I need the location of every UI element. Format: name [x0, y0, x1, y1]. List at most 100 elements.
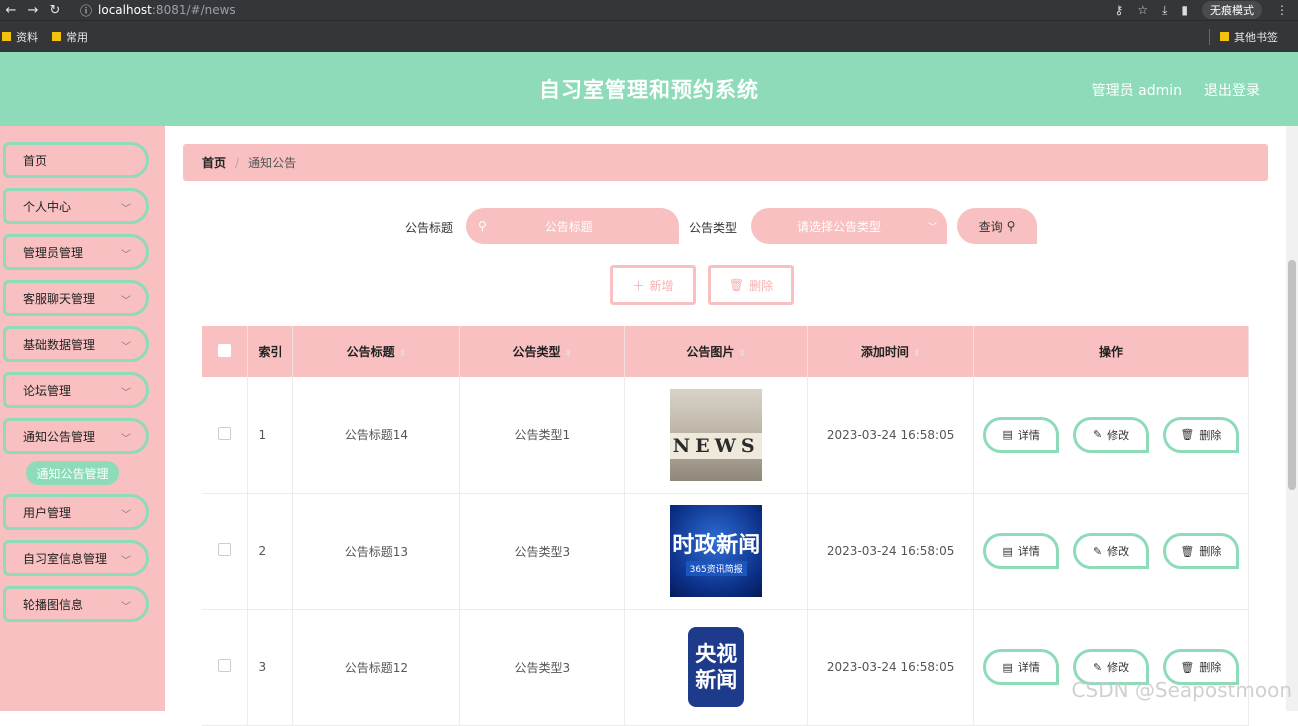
bookmarks-bar: 资料 常用 其他书签 [0, 20, 1298, 52]
site-info-icon[interactable]: ⓘ [80, 2, 92, 19]
download-icon[interactable]: ⤓ [1162, 3, 1167, 18]
sort-icon[interactable]: ⬍ [399, 349, 407, 359]
edit-button[interactable]: ✎ 修改 [1073, 533, 1150, 569]
back-icon[interactable]: ← [0, 3, 22, 18]
chevron-down-icon: ﹀ [121, 510, 131, 521]
delete-button[interactable]: 🗑 删除 [1162, 533, 1239, 569]
breadcrumb-current: 通知公告 [248, 156, 297, 170]
folder-icon [52, 32, 61, 41]
col-title[interactable]: 公告标题 ⬍ [292, 326, 461, 377]
news-thumbnail[interactable]: 时政新闻 365资讯简报 [670, 505, 763, 597]
reload-icon[interactable]: ↻ [44, 3, 66, 18]
key-icon[interactable]: ⚷ [1115, 3, 1124, 17]
more-menu-icon[interactable]: ⋮ [1276, 3, 1288, 17]
row-checkbox-cell [202, 377, 249, 494]
row-checkbox-cell [202, 609, 249, 726]
url-path: :8081/#/news [151, 3, 236, 17]
news-thumbnail[interactable]: 央视新闻 [670, 621, 763, 713]
page-scrollbar[interactable] [1286, 126, 1298, 711]
scrollbar-thumb[interactable] [1288, 260, 1296, 490]
col-image[interactable]: 公告图片 ⬍ [624, 326, 809, 377]
sidebar-item-home[interactable]: 首页 [3, 142, 149, 178]
row-index: 3 [247, 609, 294, 726]
folder-icon [1220, 32, 1229, 41]
delete-button[interactable]: 🗑 删除 [1162, 416, 1239, 453]
chevron-down-icon: ﹀ [121, 342, 131, 353]
pencil-icon: ✎ [1092, 544, 1103, 558]
title-label: 公告标题 [405, 221, 454, 235]
watermark: CSDN @Seapostmoon [1071, 678, 1292, 702]
chevron-down-icon: ﹀ [121, 602, 131, 613]
table-row: 1 公告标题14 公告类型1 NEWS 2023-03-24 16:58:05 … [202, 377, 1249, 494]
row-checkbox[interactable] [218, 543, 232, 556]
row-image-cell: 时政新闻 365资讯简报 [624, 493, 809, 610]
sidebar-item-forum[interactable]: 论坛管理 ﹀ [3, 372, 149, 408]
row-time: 2023-03-24 16:58:05 [807, 609, 975, 726]
chevron-down-icon: ﹀ [121, 388, 131, 399]
other-bookmarks[interactable]: 其他书签 [1209, 28, 1284, 45]
document-icon: ▤ [1002, 544, 1013, 558]
select-all-cell [202, 326, 249, 377]
star-icon[interactable]: ☆ [1137, 3, 1148, 17]
sidebar-item-study-room[interactable]: 自习室信息管理 ﹀ [3, 540, 149, 576]
breadcrumb-home[interactable]: 首页 [202, 154, 226, 171]
document-icon: ▤ [1002, 428, 1013, 442]
row-checkbox[interactable] [218, 659, 232, 672]
breadcrumb: 首页 / 通知公告 [183, 144, 1268, 181]
chevron-down-icon: ﹀ [121, 250, 131, 261]
col-time[interactable]: 添加时间 ⬍ [807, 326, 975, 377]
detail-button[interactable]: ▤ 详情 [983, 416, 1060, 453]
detail-button[interactable]: ▤ 详情 [983, 533, 1060, 569]
sidepanel-icon[interactable]: ▮ [1181, 3, 1188, 17]
sidebar-item-users[interactable]: 用户管理 ﹀ [3, 494, 149, 530]
detail-button[interactable]: ▤ 详情 [983, 649, 1060, 685]
search-icon: ⚲ [1006, 219, 1016, 233]
sidebar-subitem-notice[interactable]: 通知公告管理 [26, 461, 119, 485]
row-index: 1 [247, 377, 294, 494]
select-all-checkbox[interactable] [218, 343, 232, 357]
news-thumbnail[interactable]: NEWS [670, 388, 763, 481]
browser-toolbar: ← → ↻ ⓘ localhost:8081/#/news ⚷ ☆ ⤓ ▮ 无痕… [0, 0, 1298, 20]
trash-icon: 🗑 [1180, 428, 1195, 442]
table-header-row: 索引 公告标题 ⬍ 公告类型 ⬍ 公告图片 ⬍ 添加时间 ⬍ 操作 [202, 326, 1249, 377]
plus-icon: ＋ [632, 278, 645, 293]
table-row: 3 公告标题12 公告类型3 央视新闻 2023-03-24 16:58:05 … [202, 609, 1249, 726]
incognito-badge[interactable]: 无痕模式 [1202, 1, 1262, 19]
row-time: 2023-03-24 16:58:05 [807, 377, 975, 494]
breadcrumb-separator: / [235, 155, 240, 170]
type-label: 公告类型 [689, 221, 738, 235]
sidebar-item-basic-data[interactable]: 基础数据管理 ﹀ [3, 326, 149, 362]
trash-icon: 🗑 [728, 278, 745, 292]
edit-button[interactable]: ✎ 修改 [1073, 416, 1150, 453]
app-header: 自习室管理和预约系统 管理员 admin 退出登录 [0, 52, 1298, 126]
row-type: 公告类型3 [459, 493, 626, 610]
chevron-down-icon: ﹀ [121, 296, 131, 307]
row-type: 公告类型1 [459, 377, 626, 494]
batch-delete-button[interactable]: 🗑 删除 [708, 265, 794, 305]
bookmark-folder[interactable]: 常用 [52, 29, 88, 45]
sidebar-item-carousel[interactable]: 轮播图信息 ﹀ [3, 586, 149, 622]
address-bar[interactable]: ⓘ localhost:8081/#/news [80, 2, 236, 19]
type-select[interactable]: 请选择公告类型 ﹀ [751, 208, 947, 244]
title-search-input[interactable]: ⚲ 公告标题 [466, 208, 679, 244]
col-index: 索引 [247, 326, 294, 377]
row-checkbox-cell [202, 493, 249, 610]
forward-icon[interactable]: → [22, 3, 44, 18]
sort-icon[interactable]: ⬍ [913, 349, 921, 359]
bookmark-folder[interactable]: 资料 [2, 29, 38, 45]
add-button[interactable]: ＋新增 [610, 265, 696, 305]
query-button[interactable]: 查询 ⚲ [957, 208, 1037, 244]
col-type[interactable]: 公告类型 ⬍ [459, 326, 626, 377]
row-index: 2 [247, 493, 294, 610]
notice-table: 索引 公告标题 ⬍ 公告类型 ⬍ 公告图片 ⬍ 添加时间 ⬍ 操作 1 公告标题14 公… [202, 326, 1249, 726]
chevron-down-icon: ﹀ [121, 556, 131, 567]
sidebar-item-chat[interactable]: 客服聊天管理 ﹀ [3, 280, 149, 316]
sort-icon[interactable]: ⬍ [565, 349, 573, 359]
row-actions: ▤ 详情 ✎ 修改 🗑 删除 [973, 377, 1249, 494]
sidebar-item-notice[interactable]: 通知公告管理 ﹀ [3, 418, 149, 454]
admin-label: 管理员 admin [1091, 83, 1182, 99]
document-icon: ▤ [1002, 660, 1013, 674]
logout-link[interactable]: 退出登录 [1204, 80, 1260, 100]
row-checkbox[interactable] [218, 426, 232, 440]
sort-icon[interactable]: ⬍ [738, 349, 746, 359]
